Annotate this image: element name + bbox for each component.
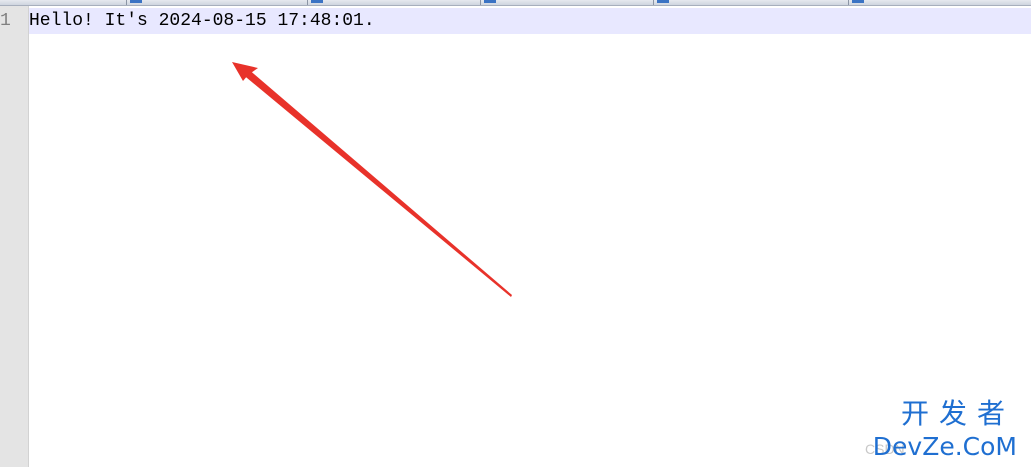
line-number: 1 — [0, 11, 11, 31]
tab[interactable] — [127, 0, 308, 5]
text-editor[interactable]: 1 Hello! It's 2024-08-15 17:48:01. — [0, 6, 1031, 467]
watermark: 开发者 CSDN DevZe.CoM — [865, 399, 1025, 461]
tab[interactable] — [654, 0, 849, 5]
tab[interactable] — [308, 0, 481, 5]
code-line[interactable]: Hello! It's 2024-08-15 17:48:01. — [29, 11, 375, 31]
file-icon — [657, 0, 669, 3]
tab[interactable] — [0, 0, 127, 5]
file-icon — [311, 0, 323, 3]
tab[interactable] — [849, 0, 1031, 5]
file-icon — [484, 0, 496, 3]
watermark-top-text: 开发者 — [900, 397, 1015, 430]
line-number-gutter: 1 — [0, 6, 29, 467]
file-icon — [852, 0, 864, 3]
file-icon — [130, 0, 142, 3]
tab[interactable] — [481, 0, 654, 5]
watermark-bottom-text: DevZe.CoM — [872, 432, 1017, 461]
